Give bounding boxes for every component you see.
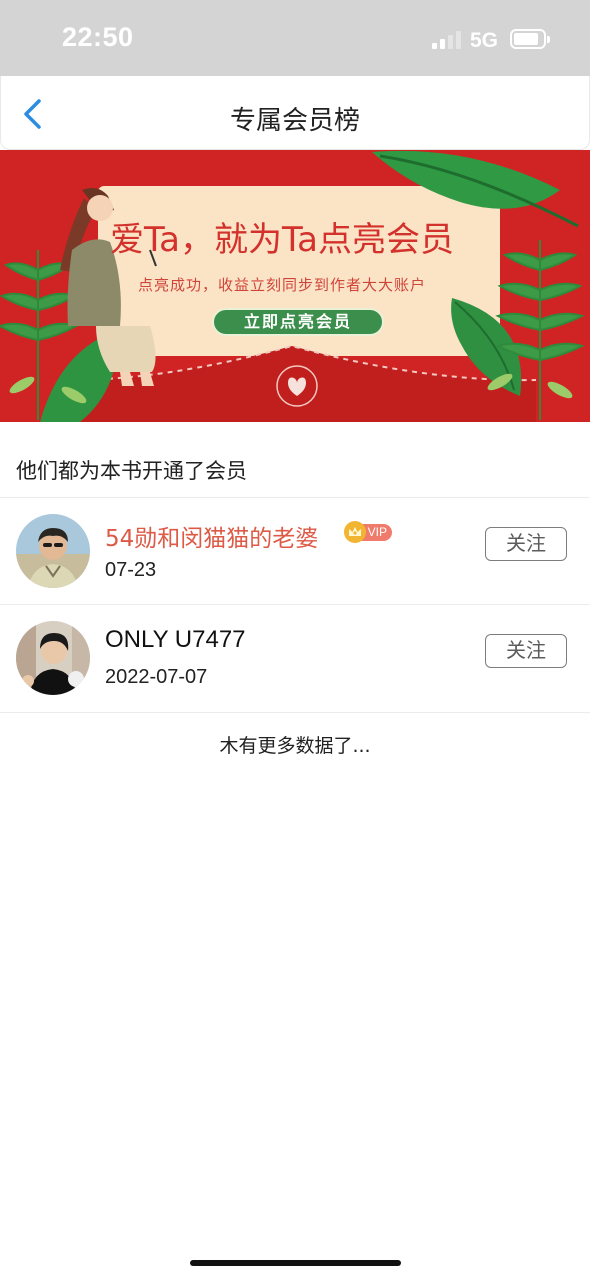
promo-banner[interactable]: 爱Ta，就为Ta点亮会员 点亮成功，收益立刻同步到作者大大账户 立即点亮会员 bbox=[0, 150, 590, 422]
follow-button[interactable]: 关注 bbox=[485, 527, 567, 561]
network-label: 5G bbox=[470, 29, 499, 52]
battery-icon bbox=[510, 29, 550, 49]
member-date: 07-23 bbox=[105, 559, 157, 581]
nav-bar: 专属会员榜 bbox=[0, 76, 590, 150]
crown-icon bbox=[344, 521, 366, 543]
home-indicator bbox=[190, 1260, 401, 1266]
vip-badge: VIP bbox=[344, 521, 394, 543]
member-date: 2022-07-07 bbox=[105, 666, 208, 688]
member-name[interactable]: 54勋和闵猫猫的老婆 bbox=[105, 519, 318, 553]
avatar[interactable] bbox=[16, 621, 90, 695]
member-name[interactable]: ONLY U7477 bbox=[105, 626, 246, 654]
divider bbox=[0, 712, 590, 713]
light-up-vip-button[interactable]: 立即点亮会员 bbox=[212, 308, 384, 336]
no-more-data-text: 木有更多数据了... bbox=[219, 735, 371, 757]
status-bar: 22:50 5G bbox=[0, 0, 590, 76]
member-row: ONLY U7477 2022-07-07 关注 bbox=[0, 605, 590, 711]
avatar[interactable] bbox=[16, 514, 90, 588]
status-time: 22:50 bbox=[62, 22, 134, 52]
page-title: 专属会员榜 bbox=[229, 106, 360, 136]
signal-icon bbox=[432, 31, 462, 49]
banner-subtitle: 点亮成功，收益立刻同步到作者大大账户 bbox=[138, 276, 427, 294]
section-title: 他们都为本书开通了会员 bbox=[16, 459, 247, 483]
banner-headline: 爱Ta，就为Ta点亮会员 bbox=[110, 220, 454, 260]
follow-button[interactable]: 关注 bbox=[485, 634, 567, 668]
member-row: 54勋和闵猫猫的老婆 VIP 07-23 关注 bbox=[0, 498, 590, 604]
